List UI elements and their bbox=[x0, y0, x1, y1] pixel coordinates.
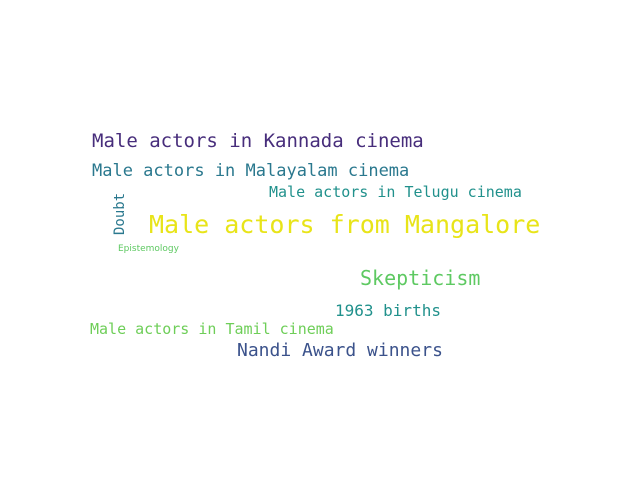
word-cloud: Male actors in Kannada cinema Male actor… bbox=[0, 0, 640, 480]
word-1963-births: 1963 births bbox=[335, 301, 441, 320]
word-skepticism: Skepticism bbox=[360, 266, 481, 290]
word-epistemology: Epistemology bbox=[118, 244, 179, 254]
word-male-actors-from-mangalore: Male actors from Mangalore bbox=[149, 210, 541, 239]
word-male-actors-in-kannada-cinema: Male actors in Kannada cinema bbox=[92, 130, 424, 152]
word-male-actors-in-malayalam-cinema: Male actors in Malayalam cinema bbox=[92, 161, 410, 181]
word-male-actors-in-telugu-cinema: Male actors in Telugu cinema bbox=[269, 183, 522, 201]
word-nandi-award-winners: Nandi Award winners bbox=[237, 340, 443, 361]
word-male-actors-in-tamil-cinema: Male actors in Tamil cinema bbox=[90, 320, 334, 338]
word-doubt: Doubt bbox=[112, 192, 128, 235]
